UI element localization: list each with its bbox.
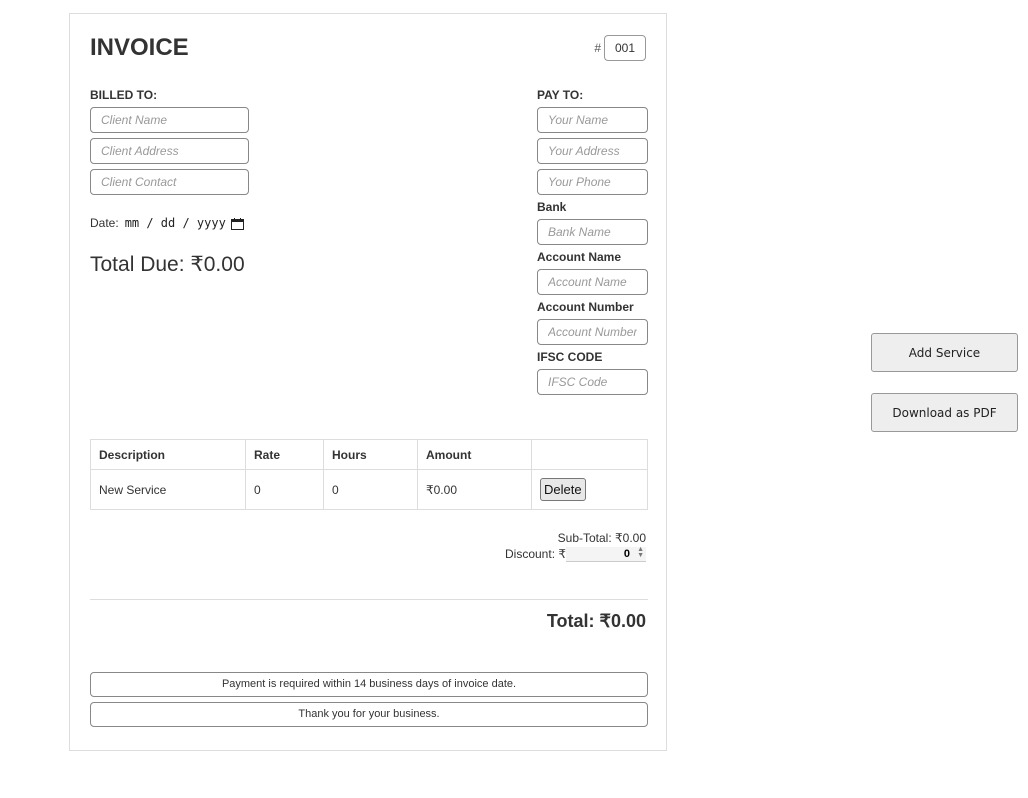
row-amount: ₹0.00	[417, 469, 532, 510]
row-description[interactable]: New Service	[90, 469, 246, 510]
table-row: New Service 0 0 ₹0.00 Delete	[90, 469, 648, 510]
grand-total: Total: ₹0.00	[546, 611, 646, 631]
column-header-hours: Hours	[323, 439, 418, 470]
column-header-amount: Amount	[417, 439, 532, 470]
total-due: Total Due: ₹0.00	[90, 253, 245, 276]
date-label: Date:	[90, 216, 119, 230]
billed-to-heading: BILLED TO:	[90, 88, 158, 102]
account-number-input[interactable]	[537, 319, 648, 345]
date-row: Date: mm / dd / yyyy	[90, 216, 244, 230]
account-name-label: Account Name	[537, 250, 622, 264]
bank-name-input[interactable]	[537, 219, 648, 245]
column-header-rate: Rate	[245, 439, 324, 470]
row-actions: Delete	[531, 469, 648, 510]
calendar-icon[interactable]	[230, 217, 244, 230]
date-input[interactable]: mm / dd / yyyy	[125, 216, 226, 230]
client-address-input[interactable]	[90, 138, 249, 164]
client-contact-input[interactable]	[90, 169, 249, 195]
invoice-number-input[interactable]	[604, 35, 646, 61]
thank-you-note[interactable]: Thank you for your business.	[90, 702, 648, 727]
discount-field: ▲▼	[566, 546, 646, 562]
column-header-description: Description	[90, 439, 246, 470]
table-header-row: Description Rate Hours Amount	[90, 439, 648, 470]
bank-label: Bank	[537, 200, 567, 214]
row-rate[interactable]: 0	[245, 469, 324, 510]
invoice-card: INVOICE # BILLED TO: Date: mm / dd / yyy…	[69, 13, 667, 751]
payment-terms-note[interactable]: Payment is required within 14 business d…	[90, 672, 648, 697]
add-service-button[interactable]: Add Service	[871, 333, 1018, 372]
column-header-actions	[531, 439, 648, 470]
ifsc-code-input[interactable]	[537, 369, 648, 395]
invoice-number: #	[594, 35, 646, 61]
pay-to-heading: PAY TO:	[537, 88, 584, 102]
subtotal: Sub-Total: ₹0.00	[557, 531, 646, 545]
ifsc-label: IFSC CODE	[537, 350, 603, 364]
download-pdf-button[interactable]: Download as PDF	[871, 393, 1018, 432]
row-hours[interactable]: 0	[323, 469, 418, 510]
invoice-title: INVOICE	[90, 34, 189, 61]
discount-label: Discount: ₹	[505, 547, 566, 561]
discount-row: Discount: ₹ ▲▼	[505, 546, 646, 562]
discount-input[interactable]	[566, 547, 646, 562]
divider	[90, 599, 648, 600]
invoice-number-prefix: #	[594, 41, 601, 55]
your-phone-input[interactable]	[537, 169, 648, 195]
account-name-input[interactable]	[537, 269, 648, 295]
client-name-input[interactable]	[90, 107, 249, 133]
delete-row-button[interactable]: Delete	[540, 478, 586, 501]
your-address-input[interactable]	[537, 138, 648, 164]
your-name-input[interactable]	[537, 107, 648, 133]
services-table: Description Rate Hours Amount New Servic…	[90, 439, 648, 510]
spinner-arrows-icon[interactable]: ▲ ▼	[637, 546, 644, 559]
account-number-label: Account Number	[537, 300, 634, 314]
